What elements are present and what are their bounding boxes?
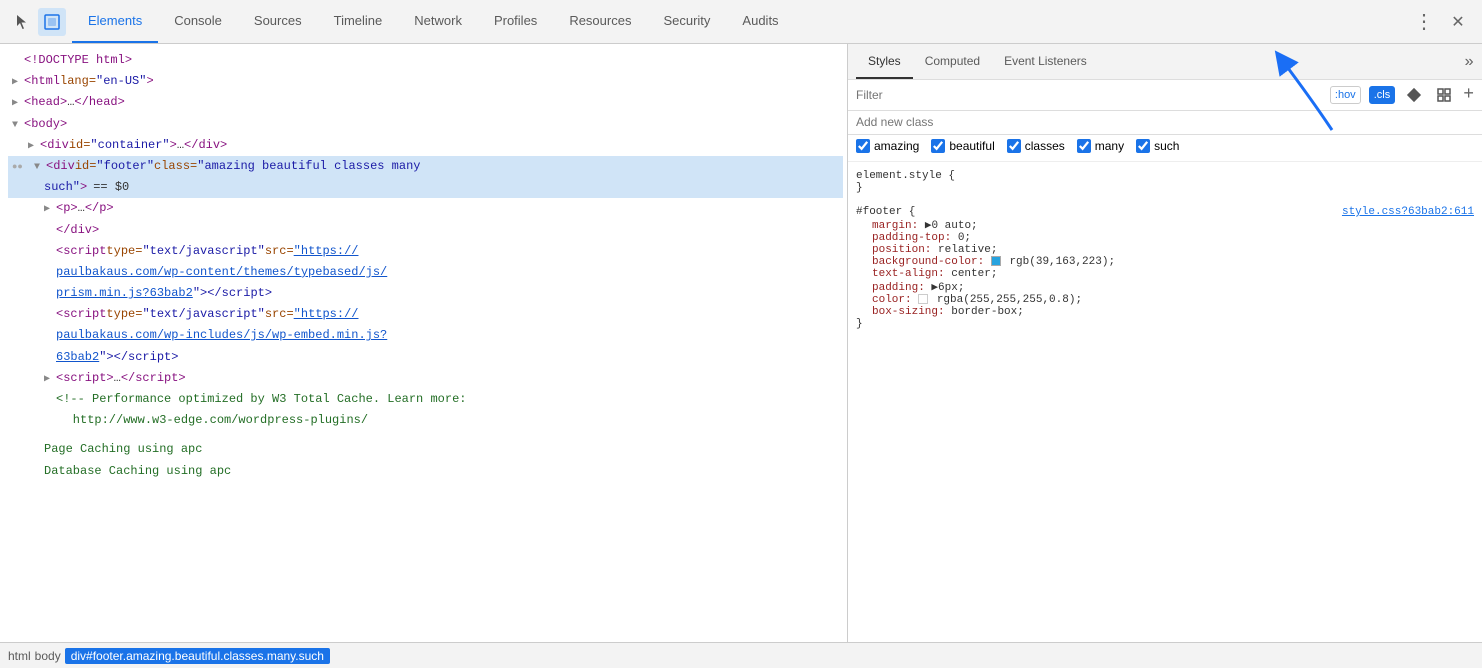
bg-color-swatch[interactable] bbox=[991, 256, 1001, 266]
class-amazing-label: amazing bbox=[874, 139, 919, 153]
tab-styles[interactable]: Styles bbox=[856, 44, 913, 79]
class-classes-checkbox[interactable] bbox=[1007, 139, 1021, 153]
div-container-line[interactable]: ▶ <div id="container" > … </div> bbox=[8, 135, 843, 156]
doctype-line: <!DOCTYPE html> bbox=[8, 50, 843, 71]
tab-elements[interactable]: Elements bbox=[72, 0, 158, 43]
hov-button[interactable]: :hov bbox=[1330, 86, 1361, 104]
styles-panel: Styles Computed Event Listeners » :hov .… bbox=[848, 44, 1482, 642]
breadcrumb-bar: html body div#footer.amazing.beautiful.c… bbox=[0, 642, 1482, 668]
close-icon[interactable]: ✕ bbox=[1444, 8, 1472, 36]
class-such: such bbox=[1136, 139, 1179, 153]
page-caching-line: Page Caching using apc bbox=[8, 439, 843, 460]
breadcrumb-html[interactable]: html bbox=[8, 649, 31, 663]
class-many-label: many bbox=[1095, 139, 1124, 153]
db-caching-line: Database Caching using apc bbox=[8, 461, 843, 482]
script3-line[interactable]: ▶ <script> … </script> bbox=[8, 368, 843, 389]
prop-margin: margin: ▶0 auto; bbox=[856, 218, 1474, 232]
tab-resources[interactable]: Resources bbox=[553, 0, 647, 43]
main-area: <!DOCTYPE html> ▶ <html lang="en-US" > ▶… bbox=[0, 44, 1482, 642]
script1-line2: paulbakaus.com/wp-content/themes/typebas… bbox=[8, 262, 843, 283]
class-such-checkbox[interactable] bbox=[1136, 139, 1150, 153]
body-line[interactable]: ▼ <body> bbox=[8, 114, 843, 135]
footer-selector: #footer { bbox=[856, 206, 915, 218]
class-such-label: such bbox=[1154, 139, 1179, 153]
cursor-icon[interactable] bbox=[8, 8, 36, 36]
tab-timeline[interactable]: Timeline bbox=[318, 0, 399, 43]
tab-console[interactable]: Console bbox=[158, 0, 238, 43]
breadcrumb-body[interactable]: body bbox=[35, 649, 61, 663]
close-div-line: </div> bbox=[8, 220, 843, 241]
class-amazing-checkbox[interactable] bbox=[856, 139, 870, 153]
html-line[interactable]: ▶ <html lang="en-US" > bbox=[8, 71, 843, 92]
palette-icon[interactable] bbox=[1403, 84, 1425, 106]
element-style-rule: element.style { } bbox=[856, 170, 1474, 194]
script1-line[interactable]: <script type="text/javascript" src="http… bbox=[8, 241, 843, 262]
filter-input[interactable] bbox=[856, 88, 1322, 102]
elements-panel: <!DOCTYPE html> ▶ <html lang="en-US" > ▶… bbox=[0, 44, 848, 642]
tab-profiles[interactable]: Profiles bbox=[478, 0, 553, 43]
class-many: many bbox=[1077, 139, 1124, 153]
add-style-button[interactable]: + bbox=[1463, 85, 1474, 105]
class-beautiful-label: beautiful bbox=[949, 139, 994, 153]
toolbar-right: ⋮ ✕ bbox=[1410, 8, 1474, 36]
element-style-close: } bbox=[856, 182, 863, 194]
tab-computed[interactable]: Computed bbox=[913, 44, 992, 79]
script1-line3: prism.min.js?63bab2 "></script> bbox=[8, 283, 843, 304]
toolbar-tabs: Elements Console Sources Timeline Networ… bbox=[72, 0, 795, 43]
add-class-bar bbox=[848, 111, 1482, 135]
grid-icon[interactable] bbox=[1433, 84, 1455, 106]
prop-background-color: background-color: rgb(39,163,223); bbox=[856, 256, 1474, 268]
devtools-toolbar: Elements Console Sources Timeline Networ… bbox=[0, 0, 1482, 44]
class-beautiful-checkbox[interactable] bbox=[931, 139, 945, 153]
prop-padding-top: padding-top: 0; bbox=[856, 232, 1474, 244]
comment-line: <!-- Performance optimized by W3 Total C… bbox=[8, 389, 843, 410]
prop-color: color: rgba(255,255,255,0.8); bbox=[856, 294, 1474, 306]
class-list: amazing beautiful classes many such bbox=[848, 135, 1482, 162]
class-classes-label: classes bbox=[1025, 139, 1065, 153]
class-beautiful: beautiful bbox=[931, 139, 994, 153]
script2-line2: paulbakaus.com/wp-includes/js/wp-embed.m… bbox=[8, 325, 843, 346]
div-footer-line-cont: such" > == $0 bbox=[8, 177, 843, 198]
script2-line3: 63bab2 "></script> bbox=[8, 347, 843, 368]
cls-button[interactable]: .cls bbox=[1369, 86, 1396, 104]
tab-sources[interactable]: Sources bbox=[238, 0, 318, 43]
class-amazing: amazing bbox=[856, 139, 919, 153]
p-line[interactable]: ▶ <p> … </p> bbox=[8, 198, 843, 219]
prop-text-align: text-align: center; bbox=[856, 268, 1474, 280]
class-many-checkbox[interactable] bbox=[1077, 139, 1091, 153]
color-swatch[interactable] bbox=[918, 294, 928, 304]
script2-line[interactable]: <script type="text/javascript" src="http… bbox=[8, 304, 843, 325]
breadcrumb-selected[interactable]: div#footer.amazing.beautiful.classes.man… bbox=[65, 648, 330, 664]
element-style-selector: element.style { bbox=[856, 170, 955, 182]
tab-event-listeners[interactable]: Event Listeners bbox=[992, 44, 1099, 79]
styles-tabs: Styles Computed Event Listeners » bbox=[848, 44, 1482, 80]
head-line[interactable]: ▶ <head> … </head> bbox=[8, 92, 843, 113]
comment-line2: http://www.w3-edge.com/wordpress-plugins… bbox=[8, 410, 843, 431]
more-tools-icon[interactable]: ⋮ bbox=[1410, 8, 1438, 36]
footer-rule-close: } bbox=[856, 318, 863, 330]
selected-dot-indicator: ●● bbox=[12, 160, 26, 174]
class-classes: classes bbox=[1007, 139, 1065, 153]
more-tabs-icon[interactable]: » bbox=[1464, 53, 1474, 71]
prop-box-sizing: box-sizing: border-box; bbox=[856, 306, 1474, 318]
footer-rule: #footer { style.css?63bab2:611 margin: ▶… bbox=[856, 206, 1474, 330]
tab-network[interactable]: Network bbox=[398, 0, 478, 43]
div-footer-line[interactable]: ●● ▼ <div id="footer" class="amazing bea… bbox=[8, 156, 843, 177]
tab-security[interactable]: Security bbox=[647, 0, 726, 43]
footer-source[interactable]: style.css?63bab2:611 bbox=[1342, 206, 1474, 218]
tab-audits[interactable]: Audits bbox=[726, 0, 794, 43]
add-class-input[interactable] bbox=[856, 115, 1474, 129]
css-rules: element.style { } #footer { style.css?63… bbox=[848, 162, 1482, 350]
prop-padding: padding: ▶6px; bbox=[856, 280, 1474, 294]
inspect-icon[interactable] bbox=[38, 8, 66, 36]
filter-bar: :hov .cls + bbox=[848, 80, 1482, 111]
prop-position: position: relative; bbox=[856, 244, 1474, 256]
